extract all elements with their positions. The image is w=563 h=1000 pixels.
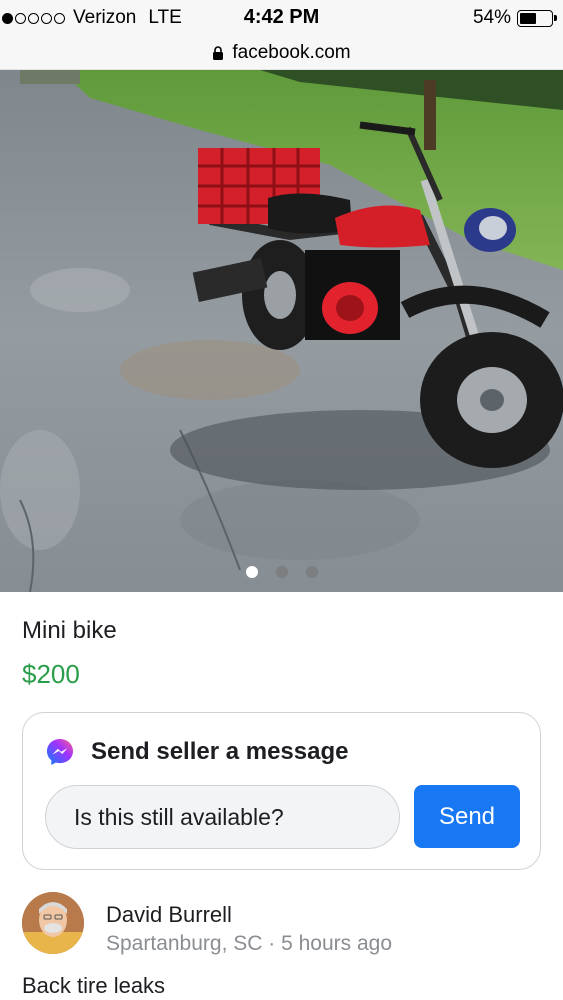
seller-info[interactable]: David Burrell Spartanburg, SC · 5 hours … — [22, 892, 541, 958]
meta-separator: · — [262, 932, 282, 955]
listing-description: Back tire leaks — [22, 973, 166, 998]
pager-dot[interactable] — [305, 566, 318, 578]
pager-dot[interactable] — [275, 566, 288, 578]
listing-price: $200 — [22, 659, 80, 689]
address-bar[interactable]: facebook.com — [0, 36, 563, 70]
battery-percent: 54% — [472, 7, 511, 28]
url-text: facebook.com — [232, 41, 351, 63]
avatar[interactable] — [22, 892, 84, 954]
listing-photo[interactable] — [0, 70, 563, 592]
mini-bike-photo — [0, 70, 563, 592]
status-right: 54% — [472, 7, 557, 29]
lock-icon — [213, 45, 224, 60]
seller-location: Spartanburg, SC — [106, 932, 263, 955]
battery-fill — [520, 12, 537, 24]
message-card-header: Send seller a message — [45, 737, 348, 767]
pager-dot[interactable] — [245, 566, 258, 578]
message-seller-card: Send seller a message Send — [22, 712, 541, 870]
battery-icon — [517, 9, 557, 27]
seller-meta: Spartanburg, SC · 5 hours ago — [106, 932, 392, 956]
seller-name[interactable]: David Burrell — [106, 902, 232, 928]
status-bar: Verizon LTE 4:42 PM 54% — [0, 0, 563, 36]
listing-title: Mini bike — [22, 617, 117, 644]
battery-cap — [554, 14, 557, 21]
message-card-heading: Send seller a message — [91, 738, 349, 765]
posted-time: 5 hours ago — [281, 932, 393, 955]
photo-pager — [0, 566, 563, 578]
send-button[interactable]: Send — [414, 785, 520, 848]
seller-avatar-image — [22, 892, 84, 954]
message-input[interactable] — [45, 785, 400, 849]
messenger-icon — [47, 739, 73, 765]
